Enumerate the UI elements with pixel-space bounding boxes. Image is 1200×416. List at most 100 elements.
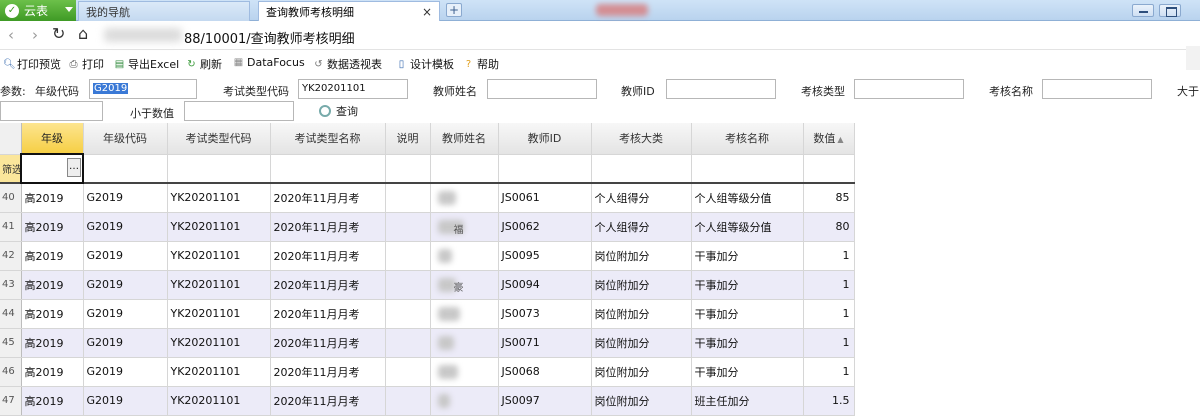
query-button[interactable]: 查询 <box>319 103 358 119</box>
cell-teacher-name[interactable] <box>430 386 499 416</box>
app-menu-button[interactable]: ✓ 云表 <box>0 0 76 21</box>
ellipsis-icon[interactable]: … <box>67 158 81 177</box>
cell-value[interactable]: 1.5 <box>803 386 855 416</box>
cell-grade-code[interactable]: G2019 <box>83 299 168 329</box>
cell-exam-type-code[interactable]: YK20201101 <box>167 386 271 416</box>
assess-name-input[interactable] <box>1042 79 1152 99</box>
cell-value[interactable]: 1 <box>803 299 855 329</box>
teacher-name-input[interactable] <box>487 79 597 99</box>
cell-assess-category[interactable]: 岗位附加分 <box>591 386 692 416</box>
cell-teacher-id[interactable]: JS0097 <box>498 386 592 416</box>
cell-teacher-id[interactable]: JS0094 <box>498 270 592 300</box>
cell-value[interactable]: 80 <box>803 212 855 242</box>
cell-note[interactable] <box>385 212 431 242</box>
cell-assess-name[interactable]: 干事加分 <box>691 357 804 387</box>
cell-value[interactable]: 85 <box>803 182 855 213</box>
cell-exam-type-code[interactable]: YK20201101 <box>167 299 271 329</box>
table-row[interactable]: 40 高2019 G2019 YK20201101 2020年11月月考 JS0061 个人… <box>0 182 855 213</box>
cell-grade-code[interactable]: G2019 <box>83 241 168 271</box>
teacher-id-input[interactable] <box>666 79 776 99</box>
cell-exam-type-name[interactable]: 2020年11月月考 <box>270 299 386 329</box>
filter-cell[interactable] <box>167 154 271 184</box>
cell-grade-code[interactable]: G2019 <box>83 212 168 242</box>
cell-assess-category[interactable]: 岗位附加分 <box>591 241 692 271</box>
table-row[interactable]: 42 高2019 G2019 YK20201101 2020年11月月考 JS0095 岗位… <box>0 241 855 271</box>
column-header-exam-type-code[interactable]: 考试类型代码 <box>167 123 271 155</box>
cell-exam-type-name[interactable]: 2020年11月月考 <box>270 182 386 213</box>
print-preview-button[interactable]: 🔍︎ 打印预览 <box>3 56 61 72</box>
cell-assess-category[interactable]: 岗位附加分 <box>591 357 692 387</box>
cell-grade[interactable]: 高2019 <box>21 357 84 387</box>
refresh-button[interactable]: ↻ 刷新 <box>186 56 222 72</box>
grade-code-input[interactable]: G2019 <box>89 79 197 99</box>
cell-grade[interactable]: 高2019 <box>21 241 84 271</box>
exam-type-code-input[interactable]: YK20201101 <box>298 79 408 99</box>
table-row[interactable]: 43 高2019 G2019 YK20201101 2020年11月月考 豪 JS0094 岗… <box>0 270 855 300</box>
column-header-exam-type-name[interactable]: 考试类型名称 <box>270 123 386 155</box>
url-text[interactable]: 88/10001/查询教师考核明细 <box>184 28 355 47</box>
filter-cell[interactable] <box>691 154 804 184</box>
cell-exam-type-code[interactable]: YK20201101 <box>167 241 271 271</box>
datafocus-button[interactable]: ▦ DataFocus <box>233 56 305 69</box>
table-row[interactable]: 46 高2019 G2019 YK20201101 2020年11月月考 JS0068 岗位… <box>0 357 855 387</box>
filter-cell[interactable] <box>498 154 592 184</box>
home-icon[interactable]: ⌂ <box>78 24 88 43</box>
table-row[interactable]: 44 高2019 G2019 YK20201101 2020年11月月考 JS0073 岗位… <box>0 299 855 329</box>
filter-cell[interactable] <box>591 154 692 184</box>
filter-cell[interactable] <box>270 154 386 184</box>
filter-cell[interactable] <box>430 154 499 184</box>
reload-icon[interactable]: ↻ <box>52 24 65 43</box>
cell-grade-code[interactable]: G2019 <box>83 182 168 213</box>
cell-note[interactable] <box>385 299 431 329</box>
cell-assess-name[interactable]: 班主任加分 <box>691 386 804 416</box>
column-header-teacher-name[interactable]: 教师姓名 <box>430 123 499 155</box>
cell-teacher-id[interactable]: JS0071 <box>498 328 592 358</box>
new-tab-button[interactable]: + <box>446 3 462 17</box>
filter-cell-grade[interactable]: … <box>20 153 84 184</box>
cell-grade-code[interactable]: G2019 <box>83 270 168 300</box>
table-row[interactable]: 41 高2019 G2019 YK20201101 2020年11月月考福 JS0062 个… <box>0 212 855 242</box>
cell-exam-type-name[interactable]: 2020年11月月考 <box>270 357 386 387</box>
column-header-grade-code[interactable]: 年级代码 <box>83 123 168 155</box>
cell-exam-type-name[interactable]: 2020年11月月考 <box>270 212 386 242</box>
cell-grade[interactable]: 高2019 <box>21 182 84 213</box>
cell-grade[interactable]: 高2019 <box>21 328 84 358</box>
cell-note[interactable] <box>385 328 431 358</box>
tab-my-navigation[interactable]: 我的导航 <box>78 1 250 21</box>
column-header-note[interactable]: 说明 <box>385 123 431 155</box>
cell-assess-category[interactable]: 个人组得分 <box>591 182 692 213</box>
forward-icon[interactable]: › <box>32 26 38 44</box>
assess-type-input[interactable] <box>854 79 964 99</box>
cell-grade-code[interactable]: G2019 <box>83 328 168 358</box>
close-icon[interactable]: × <box>422 5 432 19</box>
cell-assess-name[interactable]: 个人组等级分值 <box>691 182 804 213</box>
cell-teacher-id[interactable]: JS0062 <box>498 212 592 242</box>
cell-assess-name[interactable]: 干事加分 <box>691 270 804 300</box>
cell-value[interactable]: 1 <box>803 270 855 300</box>
pivot-table-button[interactable]: ↺ 数据透视表 <box>313 56 382 72</box>
greater-than-input[interactable] <box>0 101 103 121</box>
column-header-assess-category[interactable]: 考核大类 <box>591 123 692 155</box>
cell-exam-type-name[interactable]: 2020年11月月考 <box>270 270 386 300</box>
cell-assess-category[interactable]: 个人组得分 <box>591 212 692 242</box>
cell-exam-type-name[interactable]: 2020年11月月考 <box>270 328 386 358</box>
cell-assess-name[interactable]: 干事加分 <box>691 241 804 271</box>
column-header-teacher-id[interactable]: 教师ID <box>498 123 592 155</box>
export-excel-button[interactable]: ▤ 导出Excel <box>114 56 179 72</box>
cell-exam-type-code[interactable]: YK20201101 <box>167 328 271 358</box>
cell-teacher-name[interactable] <box>430 357 499 387</box>
cell-value[interactable]: 1 <box>803 357 855 387</box>
cell-teacher-name[interactable] <box>430 328 499 358</box>
cell-exam-type-name[interactable]: 2020年11月月考 <box>270 241 386 271</box>
cell-note[interactable] <box>385 182 431 213</box>
cell-grade-code[interactable]: G2019 <box>83 386 168 416</box>
cell-value[interactable]: 1 <box>803 328 855 358</box>
cell-assess-name[interactable]: 干事加分 <box>691 328 804 358</box>
cell-note[interactable] <box>385 241 431 271</box>
cell-assess-category[interactable]: 岗位附加分 <box>591 270 692 300</box>
design-template-button[interactable]: ▯ 设计模板 <box>396 56 454 72</box>
cell-teacher-name[interactable] <box>430 182 499 213</box>
cell-exam-type-code[interactable]: YK20201101 <box>167 182 271 213</box>
cell-grade[interactable]: 高2019 <box>21 270 84 300</box>
print-button[interactable]: ⎙ 打印 <box>68 56 105 72</box>
